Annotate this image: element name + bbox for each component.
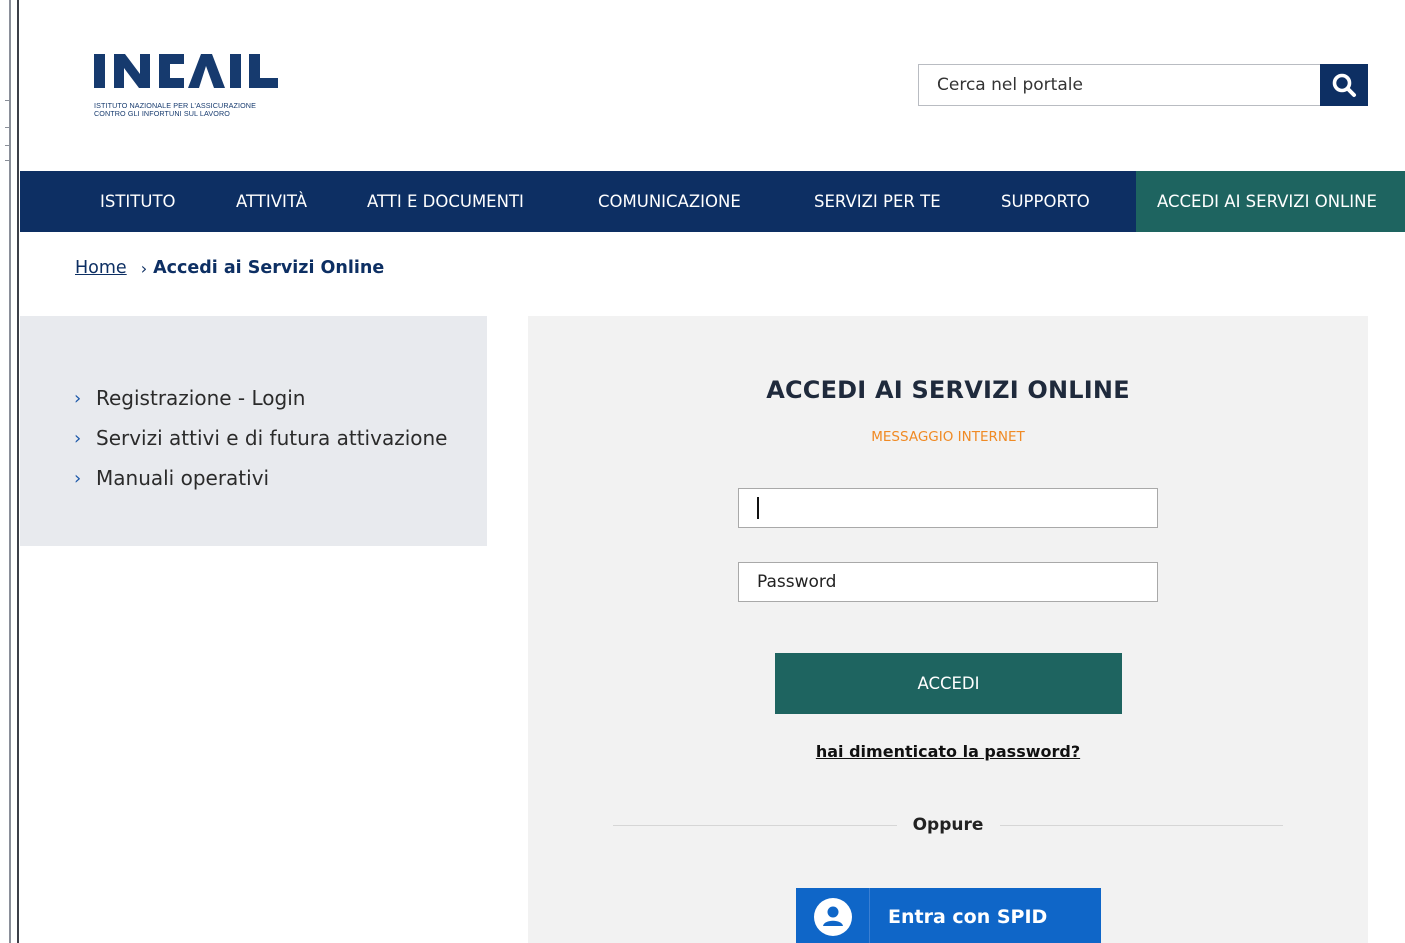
spid-login-button[interactable]: Entra con SPID [796, 888, 1101, 943]
search-bar [918, 64, 1368, 106]
breadcrumb: Home › Accedi ai Servizi Online [75, 258, 384, 278]
breadcrumb-current: Accedi ai Servizi Online [153, 258, 385, 278]
chevron-right-icon: › [74, 427, 82, 449]
spid-label: Entra con SPID [888, 906, 1048, 928]
search-button[interactable] [1320, 64, 1368, 106]
sidebar-item-registrazione-login[interactable]: › Registrazione - Login [74, 378, 487, 418]
login-panel: ACCEDI AI SERVIZI ONLINE MESSAGGIO INTER… [528, 316, 1368, 943]
breadcrumb-separator-icon: › [140, 258, 148, 278]
search-input[interactable] [918, 64, 1320, 106]
chevron-right-icon: › [74, 387, 82, 409]
sidebar-item-label: Manuali operativi [96, 466, 270, 490]
nav-comunicazione[interactable]: COMUNICAZIONE [598, 192, 741, 211]
login-title: ACCEDI AI SERVIZI ONLINE [766, 376, 1130, 404]
sidebar-item-manuali-operativi[interactable]: › Manuali operativi [74, 458, 487, 498]
divider-line-right [1000, 825, 1283, 826]
breadcrumb-home-link[interactable]: Home [75, 258, 127, 278]
nav-supporto[interactable]: SUPPORTO [1001, 192, 1090, 211]
main-navigation: ISTITUTO ATTIVITÀ ATTI E DOCUMENTI COMUN… [20, 171, 1405, 232]
chevron-right-icon: › [74, 467, 82, 489]
password-input[interactable] [738, 562, 1158, 602]
logo-subtitle: ISTITUTO NAZIONALE PER L'ASSICURAZIONE C… [94, 101, 256, 118]
window-border [0, 0, 20, 943]
sidebar-item-label: Servizi attivi e di futura attivazione [96, 426, 448, 450]
page: ISTITUTO NAZIONALE PER L'ASSICURAZIONE C… [0, 0, 1405, 943]
forgot-password-link[interactable]: hai dimenticato la password? [528, 742, 1368, 761]
login-message: MESSAGGIO INTERNET [871, 429, 1025, 445]
nav-istituto[interactable]: ISTITUTO [100, 192, 176, 211]
nav-atti-e-documenti[interactable]: ATTI E DOCUMENTI [367, 192, 524, 211]
sidebar-item-servizi-attivi[interactable]: › Servizi attivi e di futura attivazione [74, 418, 487, 458]
nav-servizi-per-te[interactable]: SERVIZI PER TE [814, 192, 941, 211]
inail-logo[interactable]: ISTITUTO NAZIONALE PER L'ASSICURAZIONE C… [94, 52, 304, 124]
search-icon [1332, 73, 1356, 97]
user-icon [813, 898, 852, 936]
sidebar-item-label: Registrazione - Login [96, 386, 306, 410]
sidebar: › Registrazione - Login › Servizi attivi… [20, 316, 487, 546]
username-input[interactable] [738, 488, 1158, 528]
nav-accedi-servizi-online[interactable]: ACCEDI AI SERVIZI ONLINE [1136, 171, 1405, 232]
inail-wordmark-icon [94, 54, 278, 88]
accedi-button[interactable]: ACCEDI [775, 653, 1122, 714]
nav-attivita[interactable]: ATTIVITÀ [236, 192, 307, 211]
text-cursor [757, 497, 759, 519]
